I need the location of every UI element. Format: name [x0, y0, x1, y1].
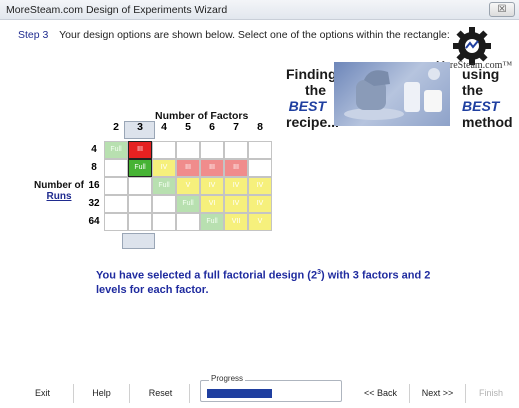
design-cell-r4-f6 [200, 141, 224, 159]
banner-left-3: BEST [288, 98, 326, 114]
banner-right-3: BEST [462, 98, 500, 114]
design-cell-r64-f5 [176, 213, 200, 231]
design-cell-r16-f5[interactable]: V [176, 177, 200, 195]
design-cell-r16-f6[interactable]: IV [200, 177, 224, 195]
design-cell-r16-f3 [128, 177, 152, 195]
banner-right-4: method [462, 114, 513, 130]
window-title: MoreSteam.com Design of Experiments Wiza… [6, 4, 228, 16]
step-number: Step 3 [18, 29, 49, 41]
design-cell-r32-f3 [128, 195, 152, 213]
close-icon[interactable]: ☒ [489, 2, 515, 17]
banner-left-2: the [305, 82, 326, 98]
factor-header-8: 8 [257, 121, 263, 133]
factor-header-4: 4 [161, 121, 167, 133]
exit-button[interactable]: Exit [12, 384, 74, 403]
design-cell-r64-f7[interactable]: VII [224, 213, 248, 231]
design-cell-r4-f8 [248, 141, 272, 159]
banner-left-1: Finding [286, 66, 337, 82]
runs-header-64: 64 [88, 216, 100, 227]
runs-header-4: 4 [91, 144, 97, 155]
banner-right-2: the [462, 82, 483, 98]
design-cell-r64-f6[interactable]: Full [200, 213, 224, 231]
design-cell-r8-f2 [104, 159, 128, 177]
progress-fill [207, 389, 272, 398]
progress-track [207, 389, 336, 398]
runs-axis-label: Number of Runs [34, 180, 84, 202]
design-cell-r4-f5 [176, 141, 200, 159]
selected-column-footer-highlight [122, 233, 155, 249]
design-cell-r64-f4 [152, 213, 176, 231]
design-cell-r32-f2 [104, 195, 128, 213]
runs-header-32: 32 [88, 198, 100, 209]
back-button[interactable]: << Back [352, 384, 410, 403]
design-cell-r16-f7[interactable]: IV [224, 177, 248, 195]
selectable-region-outline [128, 141, 152, 177]
design-cell-r32-f4 [152, 195, 176, 213]
design-cell-r16-f8[interactable]: IV [248, 177, 272, 195]
design-cell-r16-f2 [104, 177, 128, 195]
finish-button: Finish [468, 384, 514, 403]
help-button[interactable]: Help [74, 384, 130, 403]
design-cell-r32-f8[interactable]: IV [248, 195, 272, 213]
factor-header-6: 6 [209, 121, 215, 133]
banner-right-1: using [462, 66, 500, 82]
design-cell-r32-f7[interactable]: IV [224, 195, 248, 213]
design-cell-r32-f5[interactable]: Full [176, 195, 200, 213]
factor-header-5: 5 [185, 121, 191, 133]
progress-label: Progress [209, 374, 246, 383]
reset-button[interactable]: Reset [132, 384, 190, 403]
design-cell-r16-f4[interactable]: Full [152, 177, 176, 195]
next-button[interactable]: Next >> [410, 384, 466, 403]
summary-text-1: You have selected a full factorial desig… [96, 269, 318, 282]
design-cell-r8-f8 [248, 159, 272, 177]
design-cell-r4-f2[interactable]: Full [104, 141, 128, 159]
design-cell-r8-f4[interactable]: IV [152, 159, 176, 177]
mixer-photo [334, 62, 450, 126]
design-cell-r8-f6[interactable]: III [200, 159, 224, 177]
runs-header-8: 8 [91, 162, 97, 173]
promo-banner: Finding the BEST recipe... using the BES… [286, 62, 514, 130]
design-cell-r64-f3 [128, 213, 152, 231]
step-description: Your design options are shown below. Sel… [59, 29, 450, 41]
factor-header-7: 7 [233, 121, 239, 133]
design-cell-r32-f6[interactable]: VI [200, 195, 224, 213]
design-cell-r4-f7 [224, 141, 248, 159]
design-cell-r8-f7[interactable]: III [224, 159, 248, 177]
design-cell-r4-f4 [152, 141, 176, 159]
runs-header-16: 16 [88, 180, 100, 191]
factor-header-2: 2 [113, 121, 119, 133]
design-cell-r64-f2 [104, 213, 128, 231]
runs-label-line: Number of [34, 180, 84, 191]
step-instruction: Step 3 Your design options are shown bel… [18, 29, 450, 41]
selection-summary: You have selected a full factorial desig… [96, 266, 436, 297]
progress-group: Progress [200, 374, 342, 402]
design-cell-r64-f8[interactable]: V [248, 213, 272, 231]
runs-help-link[interactable]: Runs [47, 191, 72, 202]
title-bar: MoreSteam.com Design of Experiments Wiza… [0, 0, 519, 20]
factor-header-3: 3 [137, 121, 143, 133]
design-cell-r8-f5[interactable]: III [176, 159, 200, 177]
